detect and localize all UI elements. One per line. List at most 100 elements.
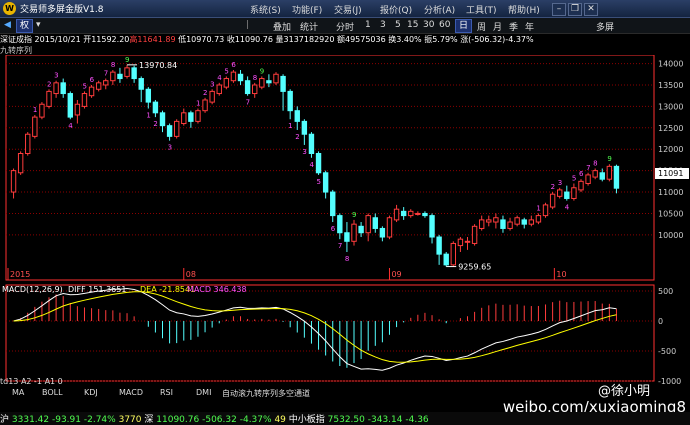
candle-body	[280, 75, 286, 92]
amplitude-value: 振5.79%	[424, 35, 458, 44]
candle-body	[592, 170, 598, 178]
rights-adjust-select[interactable]: 权	[16, 19, 34, 33]
close-value: 收11090.76	[226, 35, 273, 44]
candle-body	[443, 253, 449, 266]
candle-body	[408, 210, 414, 217]
candle-body	[365, 215, 371, 234]
zx-change: -343.14	[367, 415, 403, 425]
period-year[interactable]: 年	[525, 20, 534, 33]
nine-count-label: 3	[54, 72, 58, 80]
menu-tools[interactable]: 工具(T)	[466, 3, 497, 16]
restore-icon[interactable]: ❐	[568, 3, 582, 16]
macd-value: MACD 346.438	[187, 285, 247, 294]
nine-count-label: 8	[111, 61, 115, 69]
candle-body	[25, 133, 31, 155]
tool-stats[interactable]: 统计	[300, 20, 318, 33]
candle-body	[60, 82, 66, 95]
tool-intraday[interactable]: 分时	[336, 20, 354, 33]
menu-help[interactable]: 帮助(H)	[508, 3, 540, 16]
macd-title: MACD(12,26,9)	[2, 285, 63, 294]
period-15min[interactable]: 15	[407, 20, 418, 30]
period-quarter[interactable]: 季	[509, 20, 518, 33]
menu-analysis[interactable]: 分析(A)	[424, 3, 455, 16]
period-3min[interactable]: 3	[380, 20, 386, 30]
period-30min[interactable]: 30	[423, 20, 434, 30]
candle-body	[606, 165, 613, 180]
tab-rsi[interactable]: RSI	[160, 388, 173, 397]
candle-body	[294, 110, 300, 122]
nine-count-label: 8	[345, 255, 349, 263]
tab-boll[interactable]: BOLL	[42, 388, 63, 397]
candle-body	[67, 93, 73, 118]
candle-body	[152, 101, 159, 114]
tab-nine-count[interactable]: 自动滚九转序列多空通道	[222, 388, 310, 399]
price-tick-label: 10000	[658, 231, 683, 240]
nine-count-label: 3	[302, 148, 306, 156]
nine-count-label: 5	[224, 67, 228, 75]
candle-body	[322, 172, 329, 193]
sz-vol: 49	[274, 415, 286, 425]
period-week[interactable]: 周	[477, 20, 486, 33]
candle-body	[110, 71, 116, 82]
close-icon[interactable]: ✕	[584, 3, 598, 16]
dropdown-icon[interactable]: ▾	[36, 20, 41, 30]
period-day[interactable]: 日	[455, 19, 473, 33]
menu-system[interactable]: 系统(S)	[250, 3, 281, 16]
nine-count-label: 6	[90, 76, 95, 84]
period-1min[interactable]: 1	[365, 20, 371, 30]
nine-count-label: 8	[593, 159, 597, 167]
menu-trade[interactable]: 交易(J)	[334, 3, 362, 16]
candle-body	[103, 80, 109, 86]
nine-count-label: 6	[579, 170, 584, 178]
candle-body	[315, 153, 322, 174]
sh-pct: -2.74%	[83, 415, 116, 425]
nine-count-label: 7	[246, 99, 250, 107]
candle-body	[514, 217, 520, 225]
candle-body	[17, 153, 24, 174]
nine-count-label: 4	[565, 204, 570, 212]
candle-body	[88, 86, 95, 97]
nine-count-labels: 123456789123123456789123456789123456789	[33, 56, 612, 263]
menu-quote[interactable]: 报价(Q)	[380, 3, 412, 16]
quote-info-bar: 深证成指 2015/10/21 开11592.20高11641.89 低1097…	[0, 34, 534, 45]
candle-body	[74, 103, 81, 116]
multi-screen-label[interactable]: 多屏	[596, 20, 614, 33]
candle-body	[344, 232, 350, 242]
candle-body	[230, 71, 237, 82]
macd-panel: 500 0 -500 -1000	[5, 284, 681, 386]
candle-body	[138, 78, 144, 90]
candle-body	[195, 110, 201, 122]
minimize-icon[interactable]: –	[552, 3, 566, 16]
period-5min[interactable]: 5	[395, 20, 401, 30]
toolbar: ◀ 权 ▾ | 叠加 统计 分时 1 3 5 15 30 60 日 周 月 季 …	[0, 18, 690, 34]
candle-body	[81, 93, 88, 107]
nine-count-label: 7	[586, 164, 590, 172]
candle-body	[259, 78, 265, 88]
menu-function[interactable]: 功能(F)	[292, 3, 322, 16]
diff-line	[13, 287, 617, 371]
back-arrow-icon[interactable]: ◀	[4, 20, 11, 30]
tab-dmi[interactable]: DMI	[196, 388, 211, 397]
candle-body	[10, 170, 17, 193]
sh-name: 沪	[0, 415, 10, 425]
volume-value: 量3137182920	[275, 35, 335, 44]
price-panel-frame	[5, 55, 655, 281]
nine-count-label: 9	[260, 67, 264, 75]
candle-body	[578, 180, 584, 191]
period-month[interactable]: 月	[493, 20, 502, 33]
tab-macd[interactable]: MACD	[119, 388, 143, 397]
zx-value: 7532.50	[327, 415, 365, 425]
tab-kdj[interactable]: KDJ	[84, 388, 98, 397]
kline-chart[interactable]: 123456789123123456789123456789123456789 …	[0, 55, 690, 410]
tab-ma[interactable]: MA	[12, 388, 24, 397]
macd-panel-frame	[5, 284, 655, 382]
candle-body	[237, 73, 244, 82]
tool-overlay[interactable]: 叠加	[273, 20, 291, 33]
candle-body	[471, 225, 478, 244]
nine-count-label: 1	[33, 106, 37, 114]
period-60min[interactable]: 60	[439, 20, 450, 30]
price-tick-label: 13000	[658, 102, 683, 111]
indicator-caption: td13 A2 -1 A1 0	[0, 377, 63, 386]
candle-body	[379, 227, 386, 238]
candle-body	[252, 84, 258, 95]
